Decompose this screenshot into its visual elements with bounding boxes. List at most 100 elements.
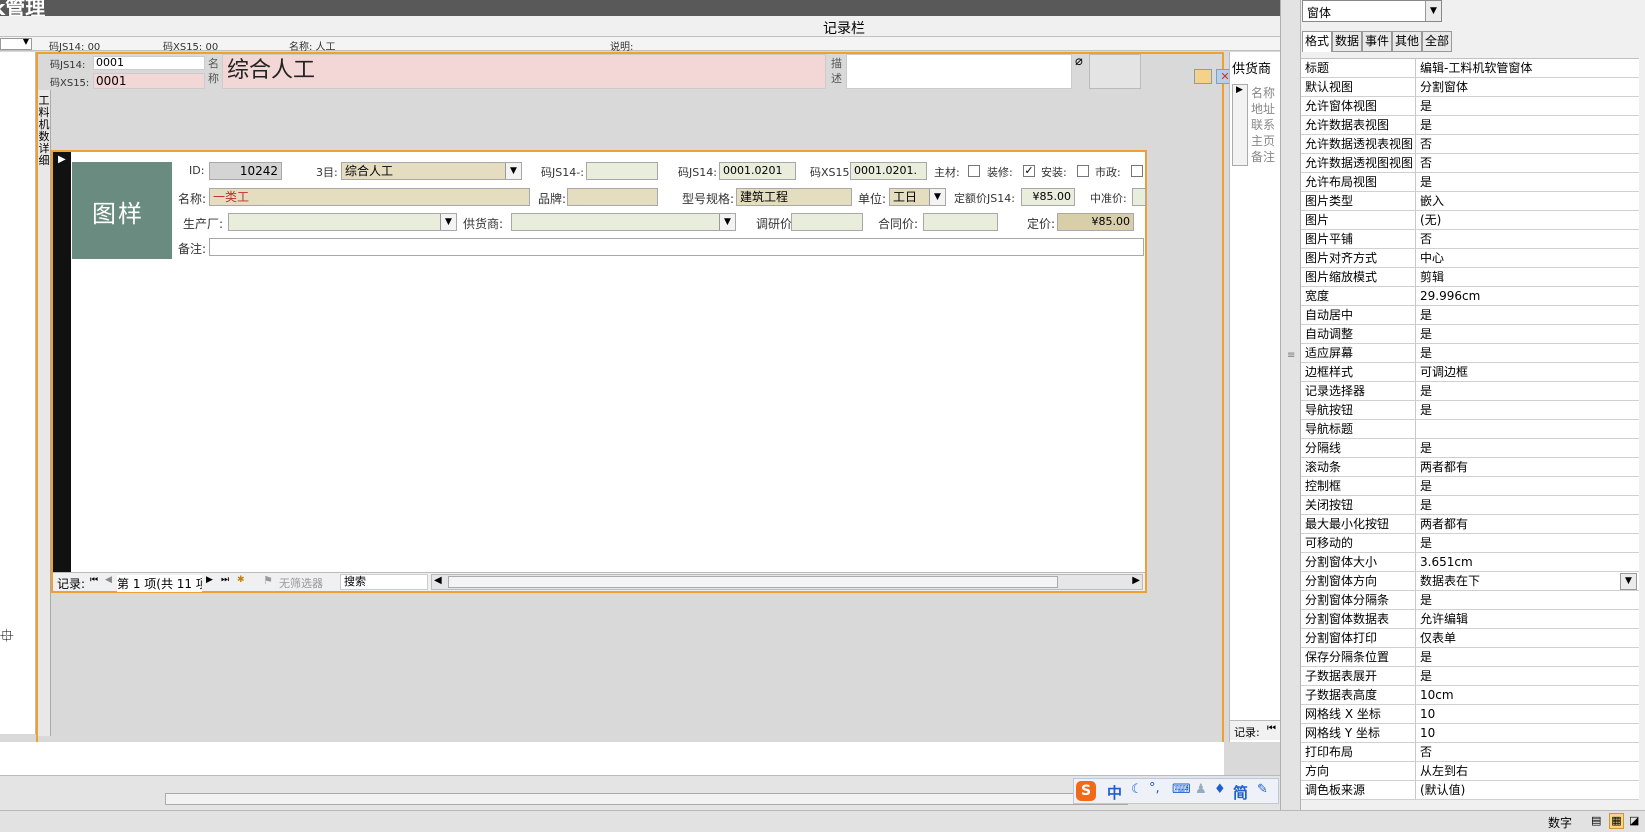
property-row[interactable]: 分隔线 是	[1301, 439, 1639, 458]
filter-icon[interactable]: ⚑	[263, 574, 273, 587]
property-row[interactable]: 标题 编辑-工料机软管窗体	[1301, 59, 1639, 78]
half-width-icon[interactable]: ☾	[1131, 782, 1143, 797]
property-value[interactable]: 中心	[1420, 249, 1635, 267]
property-row[interactable]: 边框样式 可调边框	[1301, 363, 1639, 382]
punctuation-icon[interactable]: °,	[1149, 781, 1160, 796]
property-value[interactable]: 编辑-工料机软管窗体	[1420, 59, 1635, 77]
tab-format[interactable]: 格式	[1302, 31, 1332, 52]
level3-select[interactable]: 综合人工 ▼	[341, 162, 522, 180]
property-value[interactable]: 否	[1420, 743, 1635, 761]
keyboard-icon[interactable]: ⌨	[1172, 782, 1191, 797]
property-value[interactable]: 是	[1420, 173, 1635, 191]
property-row[interactable]: 滚动条 两者都有	[1301, 458, 1639, 477]
search-box[interactable]: 搜索	[340, 574, 428, 590]
property-row[interactable]: 自动居中 是	[1301, 306, 1639, 325]
municipal-checkbox[interactable]	[1131, 165, 1143, 177]
chevron-down-icon[interactable]: ▼	[1425, 1, 1441, 21]
property-value[interactable]: 分割窗体	[1420, 78, 1635, 96]
previous-record-icon[interactable]: ◀	[105, 575, 112, 585]
property-row[interactable]: 允许布局视图 是	[1301, 173, 1639, 192]
property-row[interactable]: 打印布局 否	[1301, 743, 1639, 762]
property-row[interactable]: 控制框 是	[1301, 477, 1639, 496]
code15-field[interactable]: 0001.0201.	[850, 162, 927, 180]
property-row[interactable]: 网格线 Y 坐标 10	[1301, 724, 1639, 743]
desc-field[interactable]	[846, 54, 1072, 89]
chevron-down-icon[interactable]: ▼	[505, 163, 521, 179]
property-value[interactable]: 可调边框	[1420, 363, 1635, 381]
mid-price-field[interactable]	[1132, 188, 1146, 206]
property-row[interactable]: 分割窗体数据表 允许编辑	[1301, 610, 1639, 629]
property-row[interactable]: 图片对齐方式 中心	[1301, 249, 1639, 268]
property-value[interactable]: 两者都有	[1420, 515, 1635, 533]
property-value[interactable]: 允许编辑	[1420, 610, 1635, 628]
chevron-down-icon[interactable]: ▼	[929, 189, 945, 205]
code14dash-field[interactable]	[586, 162, 658, 180]
property-row[interactable]: 适应屏幕 是	[1301, 344, 1639, 363]
property-value[interactable]: 是	[1420, 116, 1635, 134]
property-value[interactable]: (默认值)	[1420, 781, 1635, 799]
property-value[interactable]: 数据表在下	[1420, 572, 1635, 590]
first-record-icon[interactable]: ⏮	[1267, 723, 1276, 734]
property-value[interactable]: 剪辑	[1420, 268, 1635, 286]
sogou-logo-icon[interactable]: S	[1076, 781, 1096, 801]
form-view-icon[interactable]: ▤	[1591, 814, 1601, 827]
property-value[interactable]: 是	[1420, 648, 1635, 666]
property-row[interactable]: 图片类型 嵌入	[1301, 192, 1639, 211]
tab-event[interactable]: 事件	[1362, 31, 1392, 52]
property-row[interactable]: 图片缩放模式 剪辑	[1301, 268, 1639, 287]
property-row[interactable]: 分割窗体分隔条 是	[1301, 591, 1639, 610]
code14-field[interactable]: 0001	[93, 56, 205, 70]
property-row[interactable]: 宽度 29.996cm	[1301, 287, 1639, 306]
next-record-icon[interactable]: ▶	[206, 575, 213, 585]
tab-data[interactable]: 数据	[1332, 31, 1362, 52]
property-value[interactable]: 是	[1420, 477, 1635, 495]
user-icon[interactable]: ♟	[1195, 782, 1207, 797]
property-row[interactable]: 允许数据透视表视图否	[1301, 135, 1639, 154]
property-row[interactable]: 分割窗体大小 3.651cm	[1301, 553, 1639, 572]
brand-field[interactable]	[567, 188, 658, 206]
property-row[interactable]: 允许数据透视图视图否	[1301, 154, 1639, 173]
install-checkbox[interactable]	[1077, 165, 1089, 177]
property-value[interactable]: 是	[1420, 325, 1635, 343]
property-row[interactable]: 自动调整 是	[1301, 325, 1639, 344]
settings-wrench-icon[interactable]: ✎	[1257, 782, 1268, 797]
property-value[interactable]: 10	[1420, 724, 1635, 742]
property-row[interactable]: 允许数据表视图 是	[1301, 116, 1639, 135]
chevron-down-icon[interactable]: ▼	[440, 214, 456, 230]
property-row[interactable]: 分割窗体打印 仅表单	[1301, 629, 1639, 648]
contract-price-field[interactable]	[923, 213, 998, 231]
property-row[interactable]: 记录选择器 是	[1301, 382, 1639, 401]
split-direction-dropdown-icon[interactable]: ▼	[1620, 573, 1637, 590]
horizontal-scrollbar[interactable]	[165, 793, 1128, 805]
supplier-record-selector[interactable]: ▶	[1232, 84, 1248, 166]
chevron-down-icon[interactable]: ▼	[719, 214, 735, 230]
property-row[interactable]: 分割窗体方向 数据表在下	[1301, 572, 1639, 591]
last-record-icon[interactable]: ⏭	[221, 575, 229, 585]
property-row[interactable]: 子数据表高度 10cm	[1301, 686, 1639, 705]
property-row[interactable]: 图片 (无)	[1301, 211, 1639, 230]
property-value[interactable]: 否	[1420, 230, 1635, 248]
quota-field[interactable]: ¥85.00	[1021, 188, 1075, 206]
name-field[interactable]: 一类工	[209, 188, 530, 206]
survey-price-field[interactable]	[791, 213, 863, 231]
property-value[interactable]: 是	[1420, 591, 1635, 609]
unit-select[interactable]: 工日 ▼	[889, 188, 946, 206]
scroll-left-icon[interactable]: ◀	[434, 575, 442, 586]
property-row[interactable]: 关闭按钮 是	[1301, 496, 1639, 515]
filter-label[interactable]: 无筛选器	[279, 575, 323, 591]
toolbar-icon-a[interactable]	[1194, 69, 1212, 84]
model-field[interactable]: 建筑工程	[736, 188, 852, 206]
property-row[interactable]: 子数据表展开 是	[1301, 667, 1639, 686]
horizontal-scrollbar[interactable]: ◀ ▶	[431, 574, 1143, 590]
property-value[interactable]: 嵌入	[1420, 192, 1635, 210]
decor-checkbox[interactable]: ✓	[1023, 165, 1035, 177]
property-value[interactable]: 10	[1420, 705, 1635, 723]
property-value[interactable]: 是	[1420, 97, 1635, 115]
pane-splitter[interactable]: ≡	[1280, 0, 1301, 810]
design-view-icon[interactable]: ◪	[1629, 814, 1639, 827]
id-field[interactable]: 10242	[209, 162, 282, 180]
property-row[interactable]: 导航标题	[1301, 420, 1639, 439]
property-value[interactable]: 否	[1420, 154, 1635, 172]
datasheet-view-icon[interactable]: ▦	[1609, 813, 1624, 829]
property-value[interactable]: 是	[1420, 382, 1635, 400]
